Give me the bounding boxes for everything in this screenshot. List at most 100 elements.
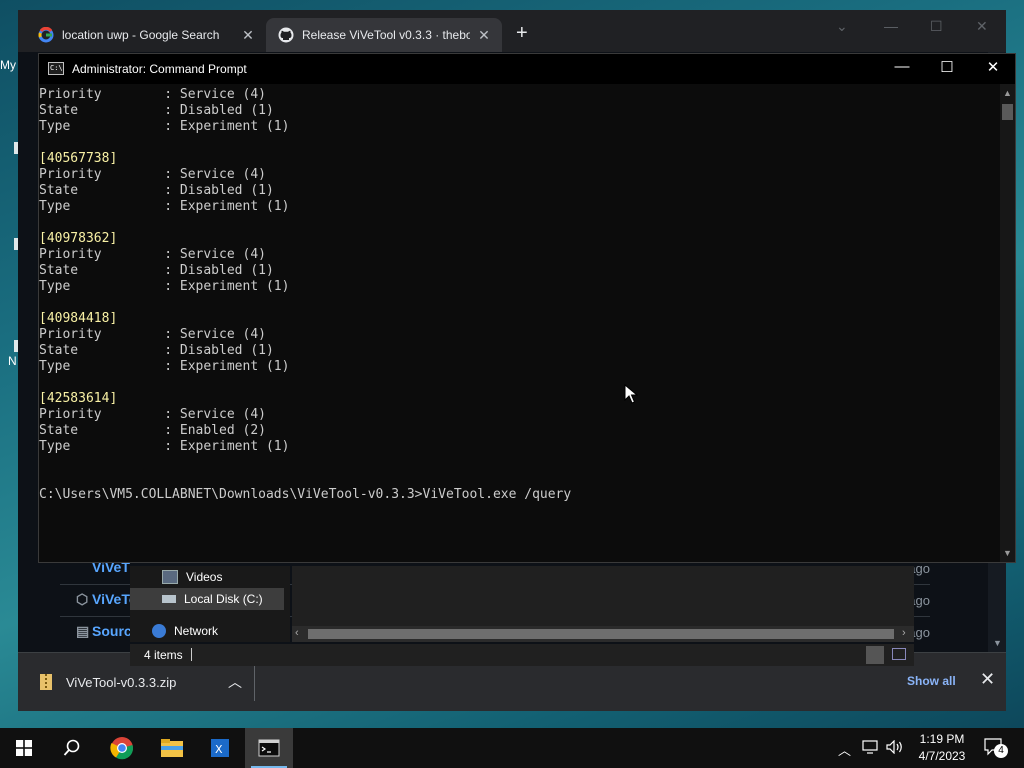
- package-icon: ⬡: [76, 591, 89, 607]
- scroll-down-arrow[interactable]: ▼: [993, 638, 1002, 648]
- console-line: Priority : Service (4): [39, 247, 266, 262]
- scrollbar-thumb[interactable]: [1002, 104, 1013, 120]
- tab-search-icon[interactable]: ⌄: [836, 18, 848, 35]
- taskbar-chrome[interactable]: [98, 728, 146, 768]
- videos-icon: [162, 570, 178, 584]
- start-button[interactable]: [0, 728, 48, 768]
- chrome-icon: [110, 737, 134, 760]
- command-prompt-icon: [258, 739, 280, 757]
- google-icon: [38, 27, 54, 43]
- taskbar: X ︿ 1:19 PM 4/7/2023 4: [0, 728, 1024, 768]
- tab-title: Release ViVeTool v0.3.3 · thebook: [302, 28, 470, 42]
- new-tab-button[interactable]: +: [516, 22, 528, 45]
- nav-item-local-disk[interactable]: Local Disk (C:): [130, 588, 284, 610]
- console-line: Priority : Service (4): [39, 87, 266, 102]
- clock-time: 1:19 PM: [919, 732, 965, 746]
- file-zip-icon: ▤: [76, 623, 90, 639]
- network-icon[interactable]: [862, 740, 880, 757]
- console-output[interactable]: Priority : Service (4) State : Disabled (…: [39, 84, 999, 562]
- tab-title: location uwp - Google Search: [62, 28, 220, 42]
- close-icon[interactable]: ✕: [476, 27, 492, 44]
- download-item[interactable]: ViVeTool-v0.3.3.zip ︿: [28, 663, 255, 701]
- console-line: Priority : Service (4): [39, 167, 266, 182]
- clock-date: 4/7/2023: [918, 749, 966, 763]
- scrollbar-thumb[interactable]: [308, 629, 894, 639]
- feature-id-line: [40567738]: [39, 151, 118, 166]
- desktop-icon-label-my[interactable]: My: [0, 58, 16, 72]
- vertical-scrollbar[interactable]: ▲ ▼: [1000, 84, 1015, 562]
- app-icon: X: [211, 739, 229, 757]
- title-bar[interactable]: C:\ Administrator: Command Prompt — ☐ ✕: [39, 54, 1015, 84]
- nav-item-network[interactable]: Network: [152, 620, 218, 642]
- console-line: State : Disabled (1): [39, 343, 274, 358]
- close-icon[interactable]: ✕: [976, 18, 988, 35]
- zip-file-icon: [40, 674, 52, 690]
- console-line: State : Disabled (1): [39, 183, 274, 198]
- scroll-down-arrow[interactable]: ▼: [1003, 548, 1012, 558]
- feature-id-line: [40978362]: [39, 231, 118, 246]
- tab-google-search[interactable]: location uwp - Google Search ✕: [26, 18, 266, 52]
- console-line: Type : Experiment (1): [39, 119, 290, 134]
- minimize-icon[interactable]: —: [884, 18, 898, 34]
- scroll-left-arrow[interactable]: ‹: [295, 627, 299, 639]
- nav-label: Videos: [186, 570, 223, 584]
- taskbar-command-prompt[interactable]: [245, 728, 293, 768]
- console-line: State : Enabled (2): [39, 423, 266, 438]
- close-icon[interactable]: ✕: [973, 58, 1013, 76]
- console-line: Priority : Service (4): [39, 327, 266, 342]
- large-icons-view-icon[interactable]: [892, 648, 906, 660]
- tab-vivetool-release[interactable]: Release ViVeTool v0.3.3 · thebook ✕: [266, 18, 502, 52]
- windows-logo-icon: [16, 740, 32, 756]
- nav-label: Local Disk (C:): [184, 592, 263, 606]
- search-icon: [63, 739, 80, 756]
- nav-item-videos[interactable]: Videos: [162, 566, 222, 588]
- minimize-icon[interactable]: —: [882, 58, 922, 75]
- status-bar: 4 items: [130, 644, 914, 666]
- chevron-up-icon[interactable]: ︿: [838, 740, 851, 759]
- maximize-icon[interactable]: ☐: [927, 58, 967, 76]
- horizontal-scrollbar[interactable]: ‹ ›: [292, 626, 914, 642]
- svg-text:X: X: [215, 743, 223, 756]
- command-prompt-icon: C:\: [48, 62, 64, 75]
- show-all-button[interactable]: Show all: [907, 674, 956, 688]
- console-line: State : Disabled (1): [39, 263, 274, 278]
- action-center-button[interactable]: 4: [984, 738, 1008, 759]
- console-line: Type : Experiment (1): [39, 439, 290, 454]
- mouse-cursor-icon: [624, 383, 639, 409]
- console-line: Type : Experiment (1): [39, 359, 290, 374]
- folder-icon: [161, 739, 183, 757]
- network-icon: [152, 624, 166, 638]
- console-line: State : Disabled (1): [39, 103, 274, 118]
- taskbar-app[interactable]: X: [196, 728, 244, 768]
- github-icon: [278, 27, 294, 43]
- close-icon[interactable]: ✕: [980, 669, 995, 690]
- console-line: Type : Experiment (1): [39, 279, 290, 294]
- feature-id-line: [40984418]: [39, 311, 118, 326]
- taskbar-file-explorer[interactable]: [148, 728, 196, 768]
- console-line: Type : Experiment (1): [39, 199, 290, 214]
- status-divider: [191, 648, 192, 661]
- drive-icon: [162, 595, 176, 603]
- window-title: Administrator: Command Prompt: [72, 62, 247, 76]
- item-count: 4 items: [144, 648, 183, 662]
- navigation-pane: Videos Local Disk (C:) Network: [130, 566, 290, 642]
- maximize-icon[interactable]: ☐: [930, 18, 943, 35]
- notification-badge: 4: [994, 744, 1008, 758]
- system-clock[interactable]: 1:19 PM 4/7/2023: [912, 731, 972, 765]
- close-icon[interactable]: ✕: [240, 27, 256, 44]
- details-view-icon[interactable]: [866, 646, 884, 664]
- volume-icon[interactable]: [886, 739, 904, 757]
- download-filename: ViVeTool-v0.3.3.zip: [66, 674, 177, 690]
- file-explorer-window: Videos Local Disk (C:) Network ‹ › 4 ite…: [130, 566, 914, 666]
- console-line: C:\Users\VM5.COLLABNET\Downloads\ViVeToo…: [39, 487, 572, 502]
- tab-strip: location uwp - Google Search ✕ Release V…: [18, 10, 1006, 52]
- feature-id-line: [42583614]: [39, 391, 118, 406]
- asset-link[interactable]: Sourc: [92, 623, 132, 639]
- search-button[interactable]: [48, 728, 96, 768]
- scroll-right-arrow[interactable]: ›: [902, 627, 906, 639]
- chevron-up-icon[interactable]: ︿: [228, 672, 242, 692]
- command-prompt-window: C:\ Administrator: Command Prompt — ☐ ✕ …: [38, 53, 1016, 563]
- scroll-up-arrow[interactable]: ▲: [1003, 88, 1012, 98]
- nav-label: Network: [174, 624, 219, 638]
- desktop-icon-label-n[interactable]: N: [8, 354, 17, 368]
